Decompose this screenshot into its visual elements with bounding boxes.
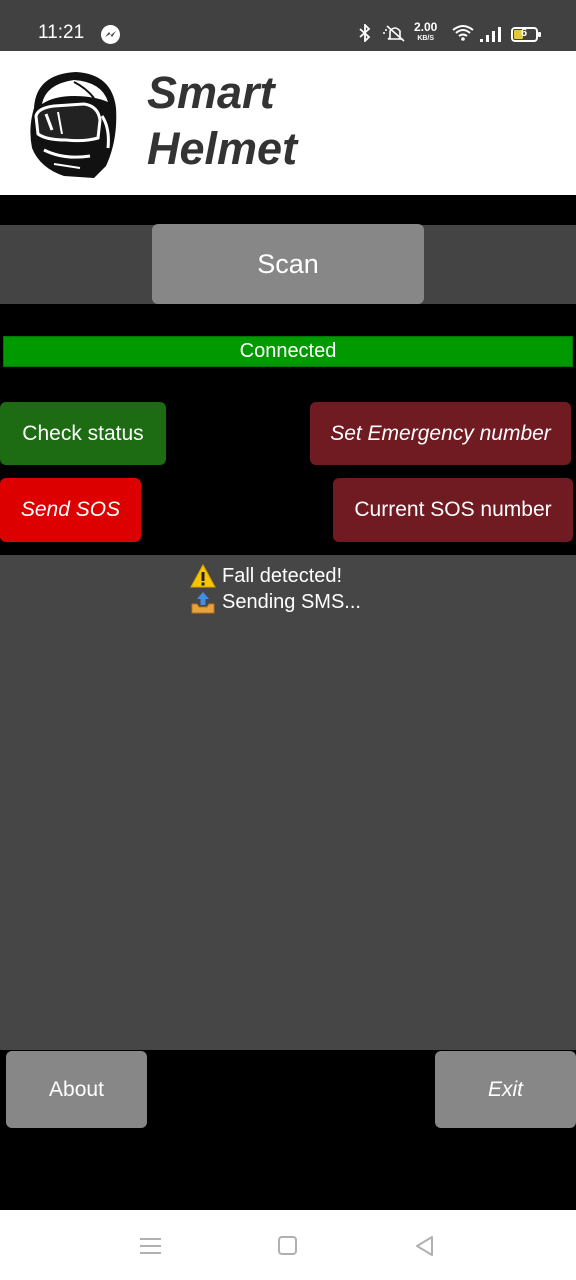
check-status-button[interactable]: Check status [0,402,166,465]
bluetooth-icon [358,22,372,47]
connection-status-bar: Connected [3,336,573,367]
outbox-tray-icon [190,590,216,614]
app-header: Smart Helmet [0,51,576,195]
about-button[interactable]: About [6,1051,147,1128]
log-line-text: Fall detected! [222,565,343,587]
app-title-line1: Smart [147,67,275,118]
log-line-text: Sending SMS... [222,591,361,613]
wifi-icon [451,24,475,47]
mute-icon [382,24,408,47]
send-sos-button[interactable]: Send SOS [0,478,141,542]
log-line: Fall detected! [190,563,361,589]
app-title: Smart Helmet [147,65,297,177]
network-speed-value: 2.00 [414,20,438,34]
network-speed-unit: KB/S [417,35,435,42]
messenger-icon [101,25,120,44]
signal-icon [479,26,503,42]
exit-button[interactable]: Exit [435,1051,576,1128]
set-emergency-number-button[interactable]: Set Emergency number [310,402,571,465]
app-title-line2: Helmet [147,123,298,174]
battery-level: 6 [521,27,528,39]
status-time: 11:21 [38,22,85,43]
log-text: Fall detected! Sending SMS... [190,563,361,615]
menu-icon[interactable] [140,1237,161,1254]
battery-icon: 6 [511,27,541,42]
log-line: Sending SMS... [190,589,361,615]
scan-button[interactable]: Scan [152,224,424,304]
helmet-logo [24,68,119,181]
home-icon[interactable] [278,1236,297,1255]
back-icon[interactable] [414,1235,434,1257]
log-panel [0,555,576,1050]
current-sos-number-button[interactable]: Current SOS number [333,478,573,542]
warning-icon [190,563,216,588]
network-speed: 2.00 KB/S [414,20,438,44]
